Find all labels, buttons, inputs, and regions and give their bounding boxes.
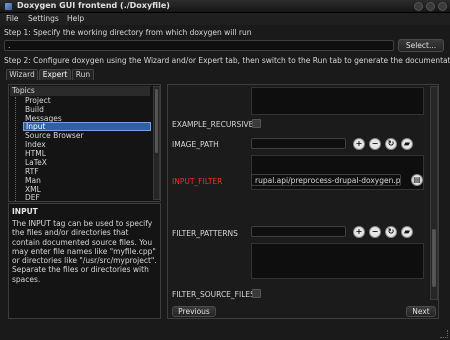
folder-icon[interactable]: ▰ — [401, 226, 413, 238]
tab-wizard[interactable]: Wizard — [6, 69, 38, 80]
input-filter-input[interactable]: rupal.api/preprocess-drupal-doxygen.php — [251, 174, 401, 186]
resize-grip-icon[interactable] — [440, 330, 448, 338]
image-path-input[interactable] — [251, 138, 346, 149]
settings-scroll-thumb[interactable] — [432, 229, 436, 287]
remove-icon[interactable]: − — [369, 226, 381, 238]
topics-tree[interactable]: Topics Project Build Messages Input Sour… — [8, 84, 161, 202]
update-icon[interactable]: ↻ — [385, 138, 397, 150]
close-icon[interactable] — [438, 2, 447, 11]
help-description: INPUT The INPUT tag can be used to speci… — [8, 203, 161, 319]
file-icon[interactable]: ▤ — [411, 174, 423, 186]
maximize-icon[interactable] — [426, 2, 435, 11]
topic-index[interactable]: Index — [23, 140, 151, 149]
topics-header: Topics — [10, 86, 150, 96]
folder-icon[interactable]: ▰ — [401, 138, 413, 150]
topic-man[interactable]: Man — [23, 176, 151, 185]
window-title: Doxygen GUI frontend (./Doxyfile) — [17, 1, 170, 10]
example-recursive-label: EXAMPLE_RECURSIVE — [172, 120, 254, 129]
menu-settings[interactable]: Settings — [28, 14, 59, 23]
settings-panel: EXAMPLE_RECURSIVE IMAGE_PATH + − ↻ ▰ INP… — [167, 84, 439, 319]
settings-scrollbar[interactable] — [430, 86, 438, 300]
next-button[interactable]: Next — [406, 306, 436, 317]
step1-instruction: Step 1: Specify the working directory fr… — [4, 28, 252, 37]
help-text: The INPUT tag can be used to specify the… — [12, 219, 157, 284]
topic-html[interactable]: HTML — [23, 149, 151, 158]
menu-bar: File Settings Help — [0, 13, 450, 25]
tab-expert[interactable]: Expert — [39, 69, 71, 80]
filter-patterns-input[interactable] — [251, 226, 346, 237]
topic-build[interactable]: Build — [23, 105, 151, 114]
filter-patterns-label: FILTER_PATTERNS — [172, 229, 238, 238]
add-icon[interactable]: + — [353, 138, 365, 150]
input-filter-label: INPUT_FILTER — [172, 177, 223, 186]
example-patterns-list[interactable] — [251, 87, 424, 115]
topic-input[interactable]: Input — [23, 122, 151, 131]
title-bar[interactable]: Doxygen GUI frontend (./Doxyfile) — [0, 0, 450, 13]
minimize-icon[interactable] — [414, 2, 423, 11]
image-path-label: IMAGE_PATH — [172, 140, 219, 149]
update-icon[interactable]: ↻ — [385, 226, 397, 238]
add-icon[interactable]: + — [353, 226, 365, 238]
topics-scrollbar[interactable] — [153, 86, 160, 200]
topic-def[interactable]: DEF — [23, 193, 151, 202]
step2-instruction: Step 2: Configure doxygen using the Wiza… — [4, 56, 450, 65]
example-recursive-checkbox[interactable] — [252, 119, 261, 128]
filter-source-files-checkbox[interactable] — [252, 289, 261, 298]
filter-patterns-list[interactable] — [251, 243, 424, 279]
tab-run[interactable]: Run — [72, 69, 94, 80]
select-directory-button[interactable]: Select... — [398, 39, 444, 52]
working-directory-input[interactable]: . — [4, 40, 394, 51]
previous-button[interactable]: Previous — [172, 306, 216, 317]
menu-help[interactable]: Help — [67, 14, 84, 23]
help-title: INPUT — [12, 207, 38, 216]
topics-scroll-thumb[interactable] — [155, 89, 158, 153]
tree-guide — [15, 97, 21, 201]
topic-rtf[interactable]: RTF — [23, 167, 151, 176]
remove-icon[interactable]: − — [369, 138, 381, 150]
topic-latex[interactable]: LaTeX — [23, 158, 151, 167]
topic-project[interactable]: Project — [23, 96, 151, 105]
menu-file[interactable]: File — [6, 14, 19, 23]
filter-source-files-label: FILTER_SOURCE_FILES — [172, 290, 255, 299]
topic-source-browser[interactable]: Source Browser — [23, 131, 151, 140]
doxygen-app-icon — [4, 2, 13, 11]
